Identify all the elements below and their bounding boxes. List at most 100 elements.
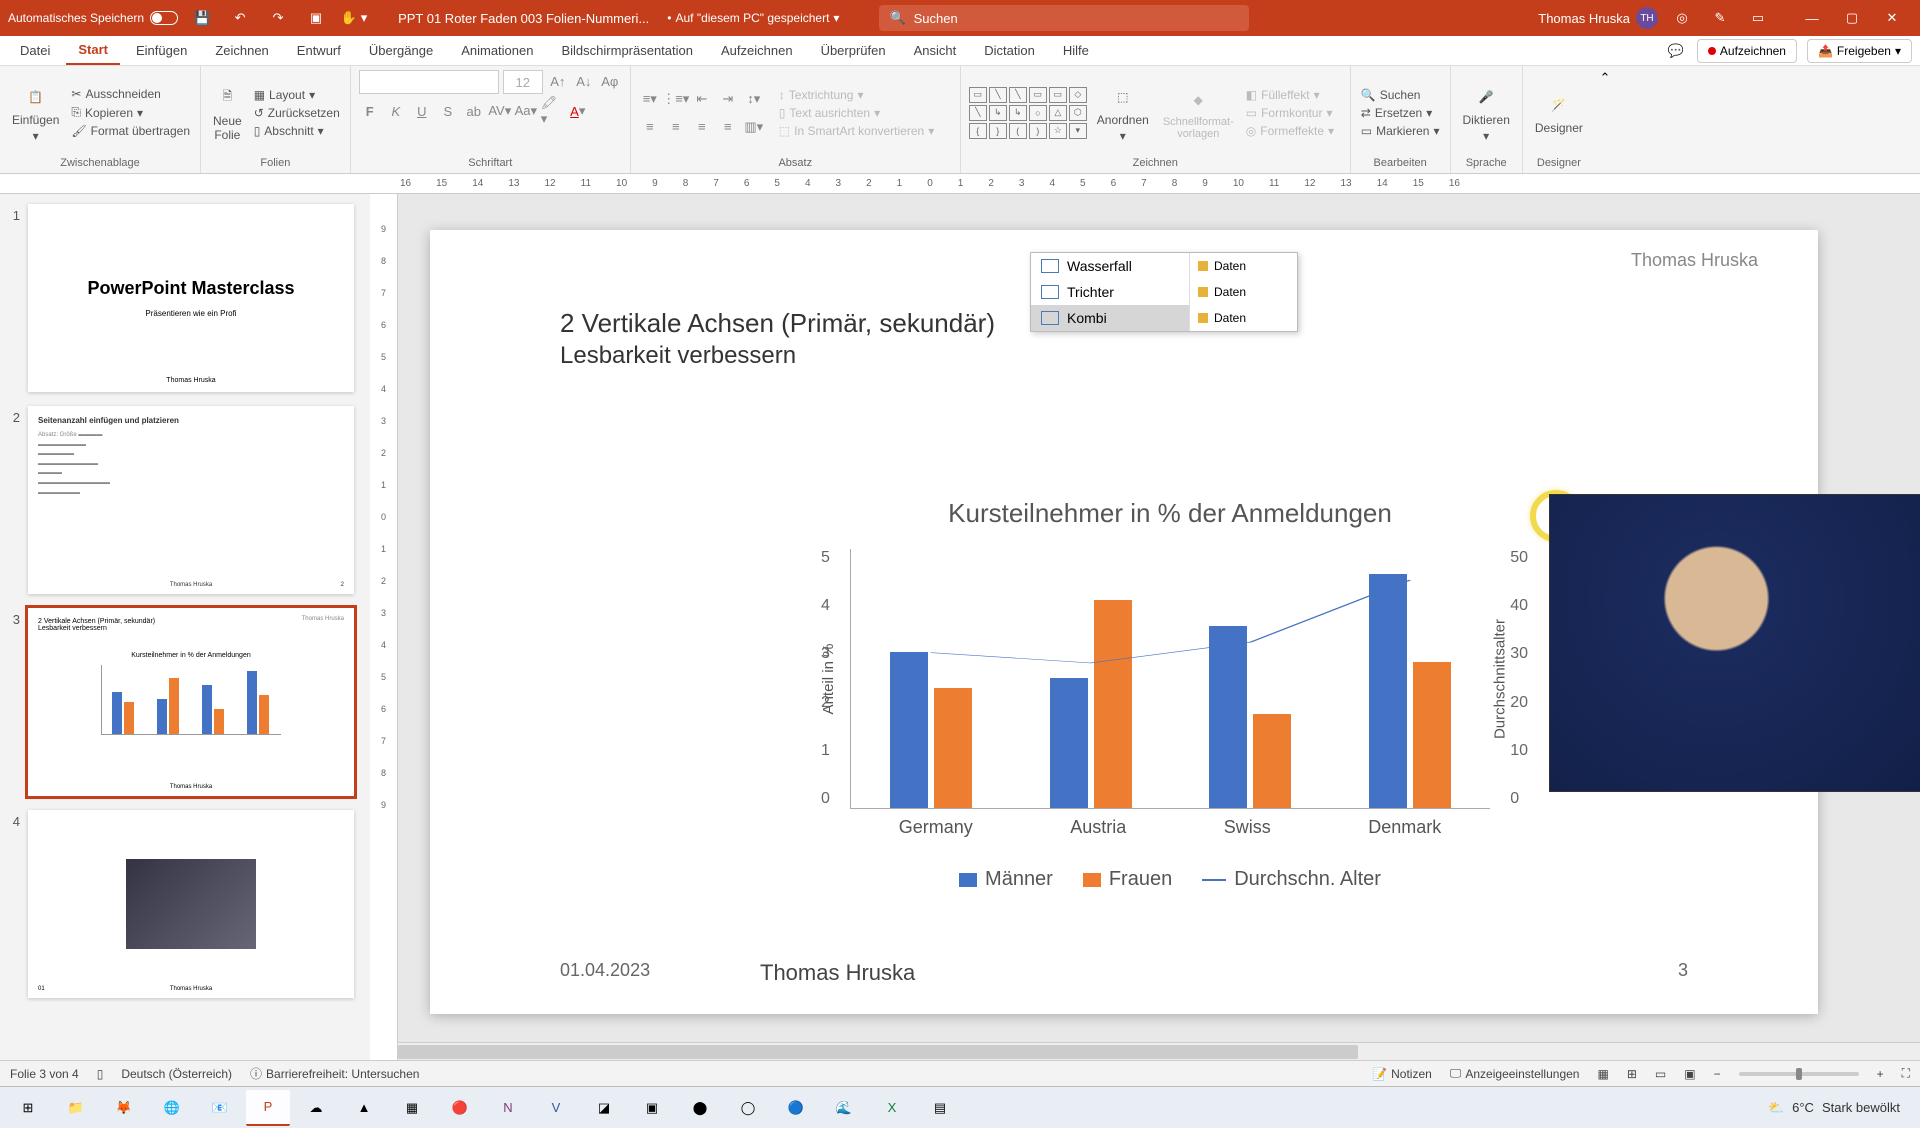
section-button[interactable]: ▯ Abschnitt ▾ [252, 123, 342, 139]
tab-ansicht[interactable]: Ansicht [902, 37, 969, 64]
visio-icon[interactable]: V [534, 1090, 578, 1126]
reading-view-icon[interactable]: ▭ [1655, 1067, 1666, 1081]
aufzeichnen-button[interactable]: Aufzeichnen [1697, 39, 1797, 63]
tab-aufzeichnen[interactable]: Aufzeichnen [709, 37, 805, 64]
italic-button[interactable]: K [385, 100, 407, 122]
underline-button[interactable]: U [411, 100, 433, 122]
font-color-button[interactable]: A▾ [567, 100, 589, 122]
accessibility-status[interactable]: ⓘ Barrierefreiheit: Untersuchen [250, 1065, 419, 1082]
accessibility-check-icon[interactable]: ▯ [97, 1067, 104, 1081]
find-button[interactable]: 🔍 Suchen [1359, 87, 1442, 103]
app-icon-1[interactable]: ☁ [294, 1090, 338, 1126]
weather-widget[interactable]: ⛅ 6°C Stark bewölkt [1768, 1100, 1914, 1116]
tab-animationen[interactable]: Animationen [449, 37, 545, 64]
highlight-button[interactable]: 🖍▾ [541, 100, 563, 122]
toggle-icon[interactable] [150, 11, 178, 25]
align-center-icon[interactable]: ≡ [665, 116, 687, 138]
undo-icon[interactable]: ↶ [226, 4, 254, 32]
align-left-icon[interactable]: ≡ [639, 116, 661, 138]
chart-type-kombi[interactable]: Kombi [1031, 305, 1189, 331]
tab-entwurf[interactable]: Entwurf [285, 37, 353, 64]
app-icon-7[interactable]: 🔵 [774, 1090, 818, 1126]
replace-button[interactable]: ⇄ Ersetzen ▾ [1359, 105, 1442, 121]
copy-button[interactable]: ⎘ Kopieren ▾ [69, 104, 192, 121]
tab-dictation[interactable]: Dictation [972, 37, 1047, 64]
tab-bildschirm[interactable]: Bildschirmpräsentation [549, 37, 705, 64]
redo-icon[interactable]: ↷ [264, 4, 292, 32]
bullets-icon[interactable]: ≡▾ [639, 88, 661, 110]
app-icon-6[interactable]: ◯ [726, 1090, 770, 1126]
slide-counter[interactable]: Folie 3 von 4 [10, 1067, 79, 1081]
paste-button[interactable]: 📋Einfügen▾ [8, 79, 63, 147]
shadow-button[interactable]: ab [463, 100, 485, 122]
try-icon[interactable]: ✎ [1706, 4, 1734, 32]
app-icon-4[interactable]: ◪ [582, 1090, 626, 1126]
normal-view-icon[interactable]: ▦ [1597, 1067, 1608, 1081]
vlc-icon[interactable]: ▲ [342, 1090, 386, 1126]
zoom-slider[interactable] [1739, 1072, 1859, 1076]
select-button[interactable]: ▭ Markieren ▾ [1359, 123, 1442, 139]
chart-type-wasserfall[interactable]: Wasserfall [1031, 253, 1189, 279]
explorer-icon[interactable]: 📁 [54, 1090, 98, 1126]
series-daten-2[interactable]: Daten [1190, 279, 1289, 305]
slide-title[interactable]: 2 Vertikale Achsen (Primär, sekundär) [560, 308, 995, 339]
app-icon-5[interactable]: ▣ [630, 1090, 674, 1126]
tab-zeichnen[interactable]: Zeichnen [203, 37, 280, 64]
font-family-select[interactable] [359, 70, 499, 94]
excel-icon[interactable]: X [870, 1090, 914, 1126]
outlook-icon[interactable]: 📧 [198, 1090, 242, 1126]
quick-styles-button[interactable]: ◆Schnellformat- vorlagen [1159, 82, 1238, 144]
freigeben-button[interactable]: 📤 Freigeben ▾ [1807, 39, 1912, 63]
fill-button[interactable]: ◧ Fülleffekt ▾ [1244, 87, 1336, 103]
collapse-ribbon-icon[interactable]: ⌃ [1599, 70, 1610, 86]
cut-button[interactable]: ✂ Ausschneiden [69, 86, 192, 102]
tab-start[interactable]: Start [66, 36, 120, 65]
notes-button[interactable]: 📝 Notizen [1372, 1067, 1432, 1081]
bold-button[interactable]: F [359, 100, 381, 122]
slide-subtitle[interactable]: Lesbarkeit verbessern [560, 342, 796, 370]
app-icon-8[interactable]: ▤ [918, 1090, 962, 1126]
clear-format-icon[interactable]: Aφ [599, 70, 621, 92]
case-button[interactable]: Aa▾ [515, 100, 537, 122]
zoom-in-icon[interactable]: + [1877, 1067, 1884, 1081]
present-icon[interactable]: ▣ [302, 4, 330, 32]
format-painter-button[interactable]: 🖌 Format übertragen [69, 123, 192, 139]
numbering-icon[interactable]: ⋮≡▾ [665, 88, 687, 110]
obs-icon[interactable]: ⬤ [678, 1090, 722, 1126]
saved-location[interactable]: • Auf "diesem PC" gespeichert ▾ [667, 11, 839, 25]
justify-icon[interactable]: ≡ [717, 116, 739, 138]
tab-hilfe[interactable]: Hilfe [1051, 37, 1101, 64]
arrange-button[interactable]: ⬚Anordnen▾ [1093, 79, 1153, 147]
scrollbar-thumb[interactable] [398, 1045, 1358, 1059]
effects-button[interactable]: ◎ Formeffekte ▾ [1244, 123, 1336, 139]
app-icon-3[interactable]: 🔴 [438, 1090, 482, 1126]
chart-type-trichter[interactable]: Trichter [1031, 279, 1189, 305]
layout-button[interactable]: ▦ Layout ▾ [252, 87, 342, 103]
edge-icon[interactable]: 🌊 [822, 1090, 866, 1126]
sorter-view-icon[interactable]: ⊞ [1627, 1067, 1637, 1081]
close-button[interactable]: ✕ [1872, 4, 1912, 32]
onenote-icon[interactable]: N [486, 1090, 530, 1126]
align-right-icon[interactable]: ≡ [691, 116, 713, 138]
firefox-icon[interactable]: 🦊 [102, 1090, 146, 1126]
webcam-overlay[interactable] [1549, 494, 1920, 792]
series-daten-1[interactable]: Daten [1190, 253, 1289, 279]
smartart-button[interactable]: ⬚ In SmartArt konvertieren ▾ [777, 123, 936, 139]
designer-button[interactable]: 🪄Designer [1531, 87, 1587, 139]
shapes-gallery[interactable]: ▭╲╲▭▭◇ ╲↳↳○△⬡ {}()☆▾ [969, 87, 1087, 139]
slide-thumbnails[interactable]: 1 PowerPoint Masterclass Präsentieren wi… [0, 194, 370, 1060]
decrease-font-icon[interactable]: A↓ [573, 70, 595, 92]
minimize-button[interactable]: — [1792, 4, 1832, 32]
line-spacing-icon[interactable]: ↕▾ [743, 88, 765, 110]
thumbnail-3[interactable]: 2 Vertikale Achsen (Primär, sekundär)Les… [28, 608, 354, 796]
horizontal-scrollbar[interactable] [398, 1042, 1920, 1060]
text-direction-button[interactable]: ↕ Textrichtung ▾ [777, 87, 936, 103]
text-align-button[interactable]: ▯ Text ausrichten ▾ [777, 105, 936, 121]
increase-font-icon[interactable]: A↑ [547, 70, 569, 92]
save-icon[interactable]: 💾 [188, 4, 216, 32]
chrome-icon[interactable]: 🌐 [150, 1090, 194, 1126]
search-box[interactable]: 🔍 [879, 5, 1249, 31]
search-input[interactable] [914, 11, 1240, 26]
combo-chart[interactable]: Kursteilnehmer in % der Anmeldungen Ante… [790, 498, 1550, 898]
tab-uebergaenge[interactable]: Übergänge [357, 37, 445, 64]
